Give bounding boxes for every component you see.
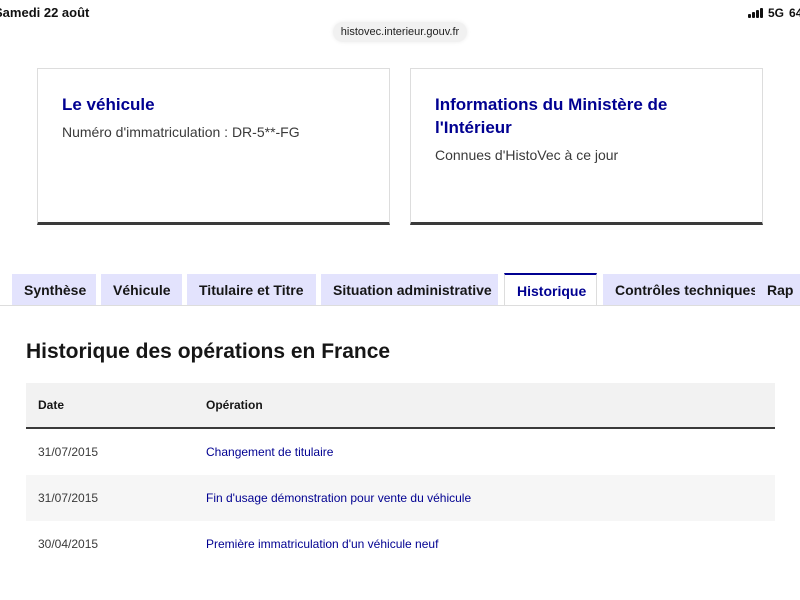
- vehicle-card-title: Le véhicule: [62, 95, 155, 114]
- ministry-info-card-description: Connues d'HistoVec à ce jour: [435, 147, 619, 163]
- row-date: 30/04/2015: [38, 537, 99, 551]
- address-bar-url: histovec.interieur.gouv.fr: [340, 26, 460, 38]
- column-header-operation: Opération: [206, 398, 263, 412]
- tab-titulaire-et-titre[interactable]: Titulaire et Titre: [187, 274, 316, 306]
- tab-controles-techniques[interactable]: Contrôles techniques: [603, 274, 762, 306]
- row-operation: Changement de titulaire: [206, 445, 334, 459]
- ministry-info-card-title: Informations du Ministère de l'Intérieur: [435, 95, 668, 137]
- tab-synthese[interactable]: Synthèse: [12, 274, 96, 306]
- table-row: 31/07/2015 Fin d'usage démonstration pou…: [26, 475, 775, 521]
- column-header-date: Date: [38, 398, 65, 412]
- row-date: 31/07/2015: [38, 491, 99, 505]
- battery-level: 64: [789, 6, 800, 20]
- address-bar[interactable]: histovec.interieur.gouv.fr: [333, 22, 467, 42]
- tab-historique[interactable]: Historique: [504, 273, 597, 306]
- status-indicators: 5G 64: [748, 6, 800, 20]
- row-date: 31/07/2015: [38, 445, 99, 459]
- row-operation: Fin d'usage démonstration pour vente du …: [206, 491, 472, 505]
- section-title: Historique des opérations en France: [26, 340, 391, 363]
- signal-icon: [748, 8, 763, 18]
- tab-rapport[interactable]: Rap: [755, 274, 800, 306]
- tab-situation-administrative[interactable]: Situation administrative: [321, 274, 498, 306]
- row-operation: Première immatriculation d'un véhicule n…: [206, 537, 439, 551]
- ministry-info-card: Informations du Ministère de l'Intérieur…: [410, 68, 763, 225]
- network-type: 5G: [768, 6, 785, 20]
- table-row: 31/07/2015 Changement de titulaire: [26, 429, 775, 475]
- vehicle-card-description: Numéro d'immatriculation : DR-5**-FG: [62, 124, 300, 140]
- table-header: Date Opération: [26, 383, 775, 429]
- tab-vehicule[interactable]: Véhicule: [101, 274, 182, 306]
- tab-bar: Synthèse Véhicule Titulaire et Titre Sit…: [0, 273, 800, 306]
- status-date: Samedi 22 août: [0, 5, 90, 20]
- operations-table: Date Opération 31/07/2015 Changement de …: [26, 383, 775, 567]
- vehicle-card: Le véhicule Numéro d'immatriculation : D…: [37, 68, 390, 225]
- table-row: 30/04/2015 Première immatriculation d'un…: [26, 521, 775, 567]
